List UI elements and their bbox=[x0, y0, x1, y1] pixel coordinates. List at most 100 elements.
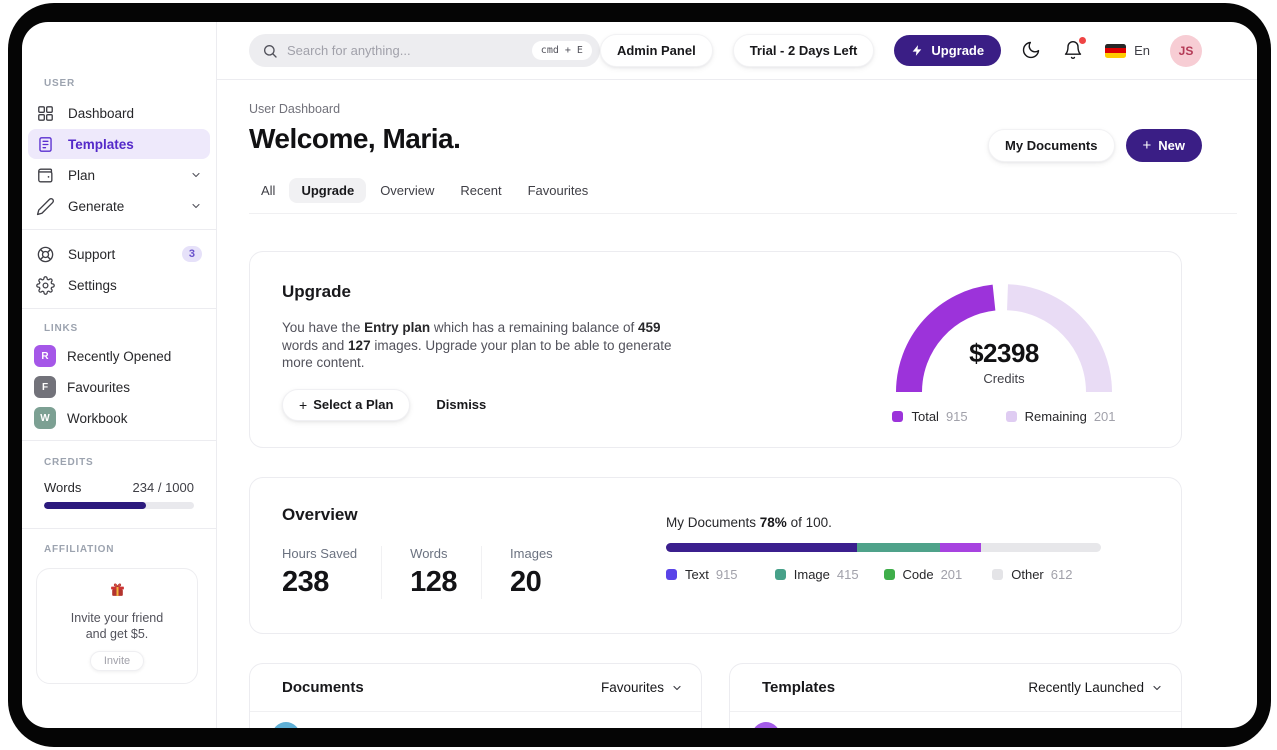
chevron-down-icon bbox=[190, 169, 202, 181]
sidebar-link-favourites[interactable]: F Favourites bbox=[28, 372, 210, 402]
language-label: En bbox=[1134, 43, 1150, 58]
trial-status-button[interactable]: Trial - 2 Days Left bbox=[732, 34, 875, 67]
credits-row: Words 234 / 1000 bbox=[44, 480, 194, 495]
search-input[interactable] bbox=[287, 43, 532, 58]
admin-panel-button[interactable]: Admin Panel bbox=[599, 34, 713, 67]
select-plan-button[interactable]: + Select a Plan bbox=[282, 388, 411, 421]
plan-wallet-icon bbox=[36, 166, 55, 185]
documents-filter-dropdown[interactable]: Favourites bbox=[601, 680, 683, 695]
settings-gear-icon bbox=[36, 275, 55, 295]
dismiss-button[interactable]: Dismiss bbox=[436, 397, 486, 412]
sidebar-link-recently-opened[interactable]: R Recently Opened bbox=[28, 341, 210, 371]
page: USER Dashboard Templates Plan Generate S… bbox=[0, 0, 1277, 750]
sidebar-divider bbox=[22, 308, 216, 309]
invite-button[interactable]: Invite bbox=[89, 651, 145, 671]
search-icon bbox=[264, 44, 277, 58]
legend-swatch bbox=[892, 411, 904, 422]
templates-card-header: Templates Recently Launched bbox=[730, 664, 1181, 712]
upgrade-button[interactable]: Upgrade bbox=[894, 35, 1002, 66]
sidebar-link-workbook[interactable]: W Workbook bbox=[28, 403, 210, 433]
stacked-progress-bar bbox=[666, 543, 1101, 552]
sidebar-item-generate[interactable]: Generate bbox=[28, 191, 210, 221]
page-header: User Dashboard Welcome, Maria. My Docume… bbox=[249, 102, 1202, 162]
upgrade-card-body: You have the Entry plan which has a rema… bbox=[282, 320, 672, 370]
german-flag-icon bbox=[1105, 43, 1127, 58]
sidebar-divider bbox=[22, 229, 216, 230]
templates-document-icon bbox=[36, 135, 55, 154]
tab-all[interactable]: All bbox=[249, 178, 287, 203]
credits-value: 234 / 1000 bbox=[132, 480, 194, 495]
legend-swatch bbox=[992, 569, 1004, 580]
legend-swatch bbox=[774, 569, 786, 580]
tab-favourites[interactable]: Favourites bbox=[516, 178, 601, 203]
generate-pencil-icon bbox=[36, 197, 55, 216]
bar-segment-image bbox=[857, 543, 941, 552]
sidebar-nav-secondary: Support 3 Settings bbox=[22, 239, 216, 300]
sidebar-item-settings[interactable]: Settings bbox=[28, 270, 210, 300]
sidebar-nav: Dashboard Templates Plan Generate bbox=[22, 98, 216, 221]
documents-progress-chart: My Documents 78% of 100. Text 915 Image … bbox=[666, 515, 1101, 582]
sidebar-divider bbox=[22, 440, 216, 441]
breadcrumb: User Dashboard bbox=[249, 102, 341, 116]
new-button[interactable]: + New bbox=[1125, 129, 1202, 162]
user-avatar[interactable]: JS bbox=[1170, 34, 1202, 67]
document-list-item[interactable]: Untitled Document in Workbook bbox=[250, 712, 701, 728]
my-documents-button[interactable]: My Documents bbox=[988, 129, 1115, 162]
templates-card-title: Templates bbox=[762, 679, 836, 696]
sidebar-item-support[interactable]: Support 3 bbox=[28, 239, 210, 269]
gauge-caption: Credits bbox=[983, 371, 1025, 386]
sidebar-item-label: Plan bbox=[68, 167, 96, 183]
documents-card-header: Documents Favourites bbox=[250, 664, 701, 712]
link-initial-badge: W bbox=[34, 407, 56, 429]
sidebar-links: R Recently Opened F Favourites W Workboo… bbox=[22, 341, 216, 433]
sidebar-section-affiliation-label: AFFILIATION bbox=[44, 544, 115, 555]
stat-hours-saved: Hours Saved 238 bbox=[282, 546, 383, 599]
template-list-item[interactable]: Blog Post Title in Workbook bbox=[730, 712, 1181, 728]
sidebar-item-dashboard[interactable]: Dashboard bbox=[28, 98, 210, 128]
sidebar-item-label: Support bbox=[68, 246, 116, 262]
plus-icon: + bbox=[1142, 137, 1152, 154]
sidebar-section-links-label: LINKS bbox=[44, 323, 78, 334]
notifications-bell-icon[interactable] bbox=[1063, 36, 1087, 62]
link-initial-badge: F bbox=[34, 376, 56, 398]
credits-words-label: Words bbox=[44, 480, 82, 495]
dashboard-content: User Dashboard Welcome, Maria. My Docume… bbox=[217, 80, 1257, 728]
legend-swatch bbox=[1005, 411, 1017, 422]
gauge-amount: $2398 bbox=[969, 338, 1039, 368]
stat-images: Images 20 bbox=[510, 546, 553, 598]
gift-icon bbox=[109, 581, 126, 603]
sidebar-link-label: Recently Opened bbox=[67, 348, 172, 364]
tab-upgrade[interactable]: Upgrade bbox=[289, 178, 367, 203]
documents-card: Documents Favourites Untitled Document i… bbox=[249, 663, 702, 728]
sidebar-item-label: Settings bbox=[68, 277, 117, 293]
legend-item-other: Other 612 bbox=[992, 567, 1101, 582]
search-shortcut-badge: cmd + E bbox=[531, 41, 592, 60]
notification-dot bbox=[1079, 36, 1087, 44]
sidebar: USER Dashboard Templates Plan Generate S… bbox=[22, 22, 217, 728]
sidebar-item-label: Templates bbox=[68, 136, 134, 152]
tab-recent[interactable]: Recent bbox=[448, 178, 513, 203]
sidebar-section-credits-label: CREDITS bbox=[44, 457, 94, 468]
sidebar-item-label: Generate bbox=[68, 198, 125, 214]
topbar-actions: Admin Panel Trial - 2 Days Left Upgrade bbox=[599, 34, 1202, 67]
template-avatar bbox=[752, 722, 780, 728]
page-title: Welcome, Maria. bbox=[249, 123, 461, 154]
bottom-cards-row: Documents Favourites Untitled Document i… bbox=[249, 663, 1182, 728]
gauge-center-labels: $2398 Credits bbox=[894, 338, 1114, 386]
sidebar-item-label: Dashboard bbox=[68, 105, 135, 121]
legend-item-code: Code 201 bbox=[883, 567, 993, 582]
bar-segment-text bbox=[666, 543, 858, 552]
sidebar-item-templates[interactable]: Templates bbox=[28, 129, 210, 159]
tab-overview[interactable]: Overview bbox=[368, 178, 446, 203]
language-selector[interactable]: En bbox=[1105, 43, 1150, 58]
legend-swatch bbox=[883, 569, 895, 580]
legend-item-image: Image 415 bbox=[774, 567, 884, 582]
sidebar-item-plan[interactable]: Plan bbox=[28, 160, 210, 190]
dark-mode-moon-icon[interactable] bbox=[1021, 40, 1043, 62]
document-avatar bbox=[272, 722, 300, 728]
sidebar-section-user-label: USER bbox=[44, 78, 75, 89]
templates-filter-dropdown[interactable]: Recently Launched bbox=[1028, 680, 1163, 695]
sidebar-link-label: Workbook bbox=[67, 410, 128, 426]
link-initial-badge: R bbox=[34, 345, 56, 367]
search-bar[interactable]: cmd + E bbox=[249, 34, 600, 67]
